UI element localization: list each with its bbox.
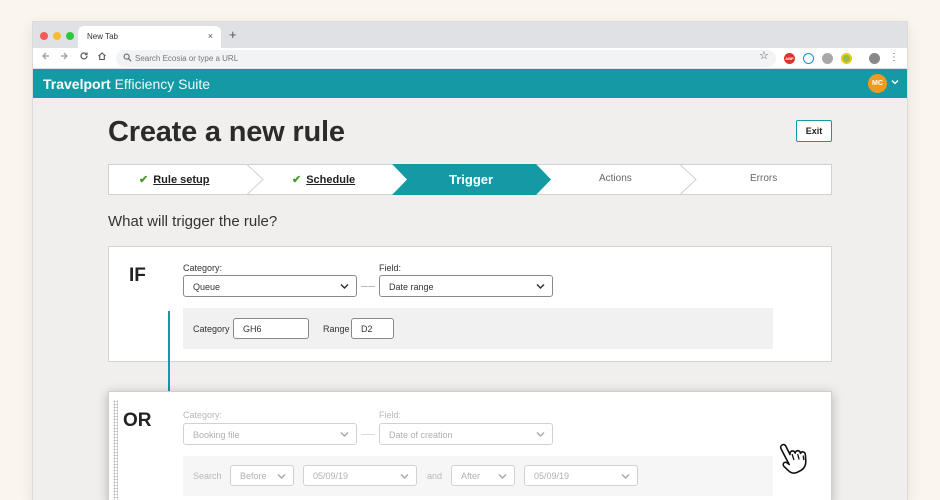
field-select[interactable]: Date range (379, 275, 553, 297)
category-select[interactable]: Booking file (183, 423, 357, 445)
chevron-down-icon (498, 473, 507, 480)
browser-window: New Tab × + ☆ ABP ⋮ Travelport Effici (33, 22, 907, 500)
start-date-value: 05/09/19 (313, 471, 349, 481)
category-select[interactable]: Queue (183, 275, 357, 297)
field-label: Field: (379, 263, 402, 273)
chevron-down-icon (277, 473, 286, 480)
step-wizard: ✔ Rule setup ✔ Schedule Trigger Actions Er… (108, 164, 832, 195)
search-icon (123, 53, 132, 62)
field-value: Date range (389, 282, 434, 292)
browser-menu-icon[interactable]: ⋮ (889, 51, 899, 65)
app-header: Travelport Efficiency Suite MC (33, 69, 907, 98)
browser-tab[interactable]: New Tab × (78, 26, 221, 48)
and-label: and (427, 471, 443, 481)
category-label: Category: (183, 263, 223, 273)
check-icon: ✔ (139, 174, 149, 186)
tab-close-icon[interactable]: × (208, 31, 213, 41)
page-title: Create a new rule (108, 116, 345, 148)
category-value: Queue (193, 282, 221, 292)
back-icon[interactable] (39, 51, 53, 65)
grab-cursor-icon (779, 443, 807, 474)
address-bar[interactable] (116, 50, 776, 67)
before-value: Before (240, 471, 267, 481)
drag-handle[interactable] (113, 400, 118, 500)
parameters-panel: Category GH6 Range D2 (183, 308, 773, 349)
end-date-select[interactable]: 05/09/19 (524, 465, 638, 486)
step-schedule[interactable]: ✔ Schedule (292, 173, 355, 186)
new-tab-button[interactable]: + (229, 28, 237, 41)
step-rule-setup[interactable]: ✔ Rule setup (139, 173, 209, 186)
step-actions[interactable]: Actions (599, 173, 632, 184)
category-label: Category: (183, 410, 223, 420)
app-brand[interactable]: Travelport Efficiency Suite (43, 76, 210, 92)
param-category-input[interactable]: GH6 (233, 318, 309, 339)
category-value: Booking file (193, 430, 240, 440)
step-label: Schedule (306, 174, 356, 186)
chevron-down-icon (536, 431, 545, 438)
condition-connector-line (168, 311, 170, 391)
brand-suffix: Efficiency Suite (110, 76, 211, 92)
chevron-down-icon (621, 473, 630, 480)
exit-button[interactable]: Exit (796, 120, 832, 142)
chevron-down-icon[interactable] (891, 78, 899, 86)
cloud-extension-icon[interactable] (822, 53, 833, 64)
connector-dash (361, 434, 375, 435)
minimize-window-button[interactable] (53, 32, 61, 40)
chevron-down-icon (340, 431, 349, 438)
connector-dash (361, 286, 375, 287)
field-label: Field: (379, 410, 402, 420)
after-select[interactable]: After (451, 465, 515, 486)
after-value: After (461, 471, 481, 481)
search-parameters-panel: Search Before 05/09/19 and After 05/09/1… (183, 456, 773, 496)
close-window-button[interactable] (40, 32, 48, 40)
colorful-extension-icon[interactable] (841, 53, 852, 64)
profile-icon[interactable] (869, 53, 880, 64)
user-avatar[interactable]: MC (868, 74, 887, 93)
step-trigger[interactable]: Trigger (449, 172, 493, 187)
search-label: Search (193, 471, 222, 481)
check-icon: ✔ (292, 174, 302, 186)
reload-icon[interactable] (77, 51, 91, 65)
bookmark-star-icon[interactable]: ☆ (759, 51, 769, 62)
end-date-value: 05/09/19 (534, 471, 570, 481)
tab-title: New Tab (87, 32, 118, 41)
chevron-down-icon (400, 473, 409, 480)
tab-strip: New Tab × + (33, 22, 907, 48)
if-operator-label: IF (129, 265, 146, 286)
chevron-down-icon (536, 283, 545, 290)
param-range-label: Range (323, 324, 350, 334)
param-range-input[interactable]: D2 (351, 318, 394, 339)
param-range-value: D2 (361, 324, 373, 334)
or-condition-card[interactable]: OR Category: Booking file Field: Date of… (108, 391, 832, 500)
privacy-shield-icon[interactable] (803, 53, 814, 64)
param-category-label: Category (193, 324, 230, 334)
section-question: What will trigger the rule? (108, 213, 278, 230)
step-label: Rule setup (153, 174, 210, 186)
brand-name: Travelport (43, 76, 111, 92)
forward-icon[interactable] (57, 51, 71, 65)
field-select[interactable]: Date of creation (379, 423, 553, 445)
start-date-select[interactable]: 05/09/19 (303, 465, 417, 486)
if-condition-card: IF Category: Queue Field: Date range Cat… (108, 246, 832, 362)
param-category-value: GH6 (243, 324, 262, 334)
chevron-down-icon (340, 283, 349, 290)
field-value: Date of creation (389, 430, 453, 440)
step-errors[interactable]: Errors (750, 173, 777, 184)
or-operator-label: OR (123, 410, 152, 431)
adblock-extension-icon[interactable]: ABP (784, 53, 795, 64)
home-icon[interactable] (95, 51, 109, 65)
address-input[interactable] (135, 51, 695, 66)
before-select[interactable]: Before (230, 465, 294, 486)
browser-toolbar: ☆ ABP ⋮ (33, 48, 907, 69)
maximize-window-button[interactable] (66, 32, 74, 40)
